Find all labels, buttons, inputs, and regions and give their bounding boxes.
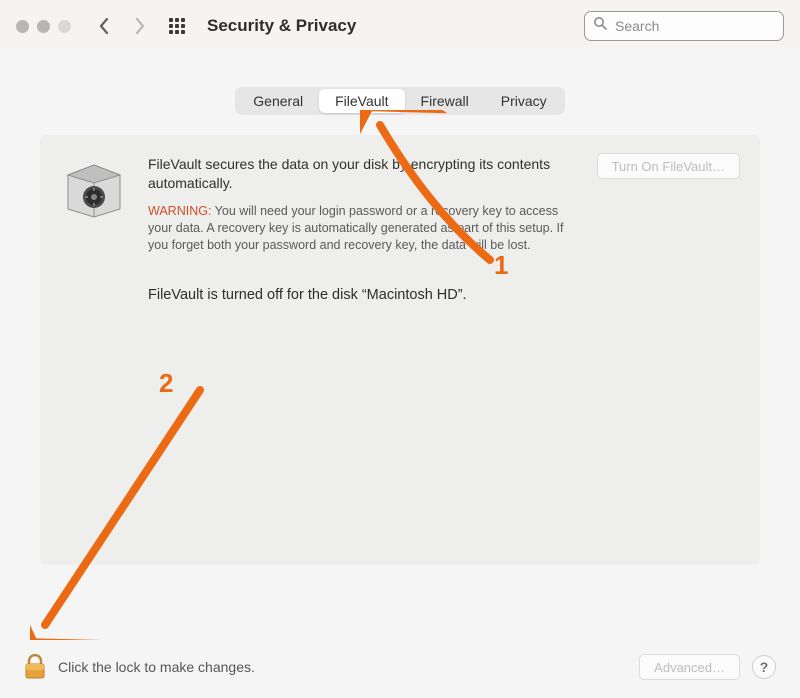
search-input[interactable] bbox=[584, 11, 784, 41]
segmented-control: General FileVault Firewall Privacy bbox=[235, 87, 564, 115]
search-container bbox=[584, 11, 784, 41]
tab-firewall[interactable]: Firewall bbox=[405, 89, 485, 113]
help-button[interactable]: ? bbox=[752, 655, 776, 679]
lock-icon[interactable] bbox=[24, 654, 46, 680]
warning-text: You will need your login password or a r… bbox=[148, 204, 564, 252]
content-area: Turn On FileVault… FileVault secures the… bbox=[0, 135, 800, 636]
tab-general[interactable]: General bbox=[237, 89, 319, 113]
nav-arrows bbox=[95, 17, 149, 35]
advanced-button[interactable]: Advanced… bbox=[639, 654, 740, 680]
warning-label: WARNING: bbox=[148, 204, 211, 218]
filevault-icon bbox=[62, 155, 126, 219]
tab-filevault[interactable]: FileVault bbox=[319, 89, 404, 113]
back-button[interactable] bbox=[95, 17, 113, 35]
lock-hint-text: Click the lock to make changes. bbox=[58, 659, 255, 675]
turn-on-filevault-button[interactable]: Turn On FileVault… bbox=[597, 153, 740, 179]
close-window-button[interactable] bbox=[16, 20, 29, 33]
footer: Click the lock to make changes. Advanced… bbox=[0, 636, 800, 698]
tab-row: General FileVault Firewall Privacy bbox=[0, 52, 800, 135]
filevault-description: FileVault secures the data on your disk … bbox=[148, 155, 578, 193]
filevault-status: FileVault is turned off for the disk “Ma… bbox=[148, 287, 738, 303]
preferences-window: Security & Privacy General FileVault Fir… bbox=[0, 0, 800, 698]
show-all-prefs-button[interactable] bbox=[169, 18, 185, 34]
titlebar: Security & Privacy bbox=[0, 0, 800, 52]
window-title: Security & Privacy bbox=[207, 16, 356, 36]
maximize-window-button[interactable] bbox=[58, 20, 71, 33]
forward-button[interactable] bbox=[131, 17, 149, 35]
filevault-warning: WARNING: You will need your login passwo… bbox=[148, 203, 578, 254]
tab-privacy[interactable]: Privacy bbox=[485, 89, 563, 113]
traffic-lights bbox=[16, 20, 71, 33]
minimize-window-button[interactable] bbox=[37, 20, 50, 33]
search-icon bbox=[593, 16, 608, 36]
filevault-pane: Turn On FileVault… FileVault secures the… bbox=[40, 135, 760, 565]
